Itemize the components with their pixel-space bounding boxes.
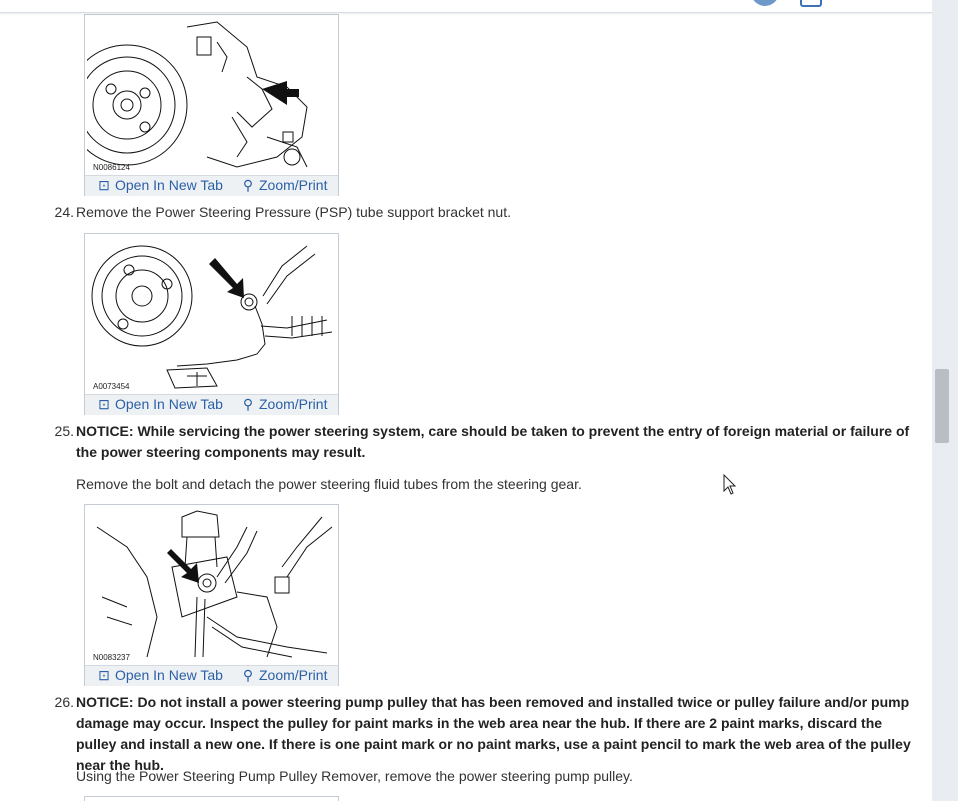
user-avatar[interactable] — [751, 0, 779, 6]
open-in-new-tab-icon: ⊡ — [98, 396, 110, 412]
figure-code: N0086124 — [93, 163, 130, 172]
zoom-print-link[interactable]: ⚲ Zoom/Print — [241, 667, 328, 684]
figure-code: N0083237 — [93, 653, 130, 662]
step-26: 26. NOTICE: Do not install a power steer… — [52, 692, 912, 776]
figure-3-illustration — [96, 510, 333, 658]
scrollbar-thumb[interactable] — [935, 369, 949, 443]
step-26-instruction: Using the Power Steering Pump Pulley Rem… — [76, 768, 633, 784]
figure-actions: ⊡ Open In New Tab ⚲ Zoom/Print — [85, 665, 338, 686]
figure-1-illustration — [87, 21, 308, 168]
open-in-new-tab-icon: ⊡ — [98, 667, 110, 683]
figure-2-illustration — [91, 245, 333, 389]
step-number: 26. — [54, 694, 74, 710]
figure-2: A0073454 ⊡ Open In New Tab ⚲ Zoom/Print — [84, 233, 339, 415]
magnifier-icon: ⚲ — [242, 396, 254, 412]
figure-3: N0083237 ⊡ Open In New Tab ⚲ Zoom/Print — [84, 504, 339, 686]
figure-actions: ⊡ Open In New Tab ⚲ Zoom/Print — [85, 175, 338, 196]
step-24: 24. Remove the Power Steering Pressure (… — [52, 202, 912, 223]
open-in-new-tab-link[interactable]: ⊡ Open In New Tab — [97, 667, 223, 684]
zoom-print-link[interactable]: ⚲ Zoom/Print — [241, 396, 328, 413]
zoom-print-link[interactable]: ⚲ Zoom/Print — [241, 177, 328, 194]
step-text: Remove the Power Steering Pressure (PSP)… — [76, 204, 511, 220]
notice-text: NOTICE: While servicing the power steeri… — [76, 423, 910, 460]
figure-actions: ⊡ Open In New Tab ⚲ Zoom/Print — [85, 394, 338, 415]
figure-code: A0073454 — [93, 382, 130, 391]
top-toolbar — [0, 0, 932, 13]
notice-body: Do not install a power steering pump pul… — [76, 694, 911, 773]
notice-text: NOTICE: Do not install a power steering … — [76, 692, 912, 776]
step-25: 25. NOTICE: While servicing the power st… — [52, 421, 912, 463]
open-in-new-tab-link[interactable]: ⊡ Open In New Tab — [97, 396, 223, 413]
magnifier-icon: ⚲ — [242, 177, 254, 193]
figure-1: N0086124 ⊡ Open In New Tab ⚲ Zoom/Print — [84, 14, 339, 196]
open-in-new-tab-icon: ⊡ — [98, 177, 110, 193]
mouse-cursor-icon — [723, 474, 737, 495]
step-number: 24. — [54, 204, 74, 220]
magnifier-icon: ⚲ — [242, 667, 254, 683]
toolbar-icon[interactable] — [800, 0, 822, 7]
document-viewer: N0086124 ⊡ Open In New Tab ⚲ Zoom/Print 24… — [0, 0, 932, 801]
step-number: 25. — [54, 423, 74, 439]
step-25-instruction: Remove the bolt and detach the power ste… — [76, 476, 582, 492]
notice-prefix: NOTICE: — [76, 694, 134, 710]
figure-4-partial — [84, 796, 339, 801]
open-in-new-tab-link[interactable]: ⊡ Open In New Tab — [97, 177, 223, 194]
